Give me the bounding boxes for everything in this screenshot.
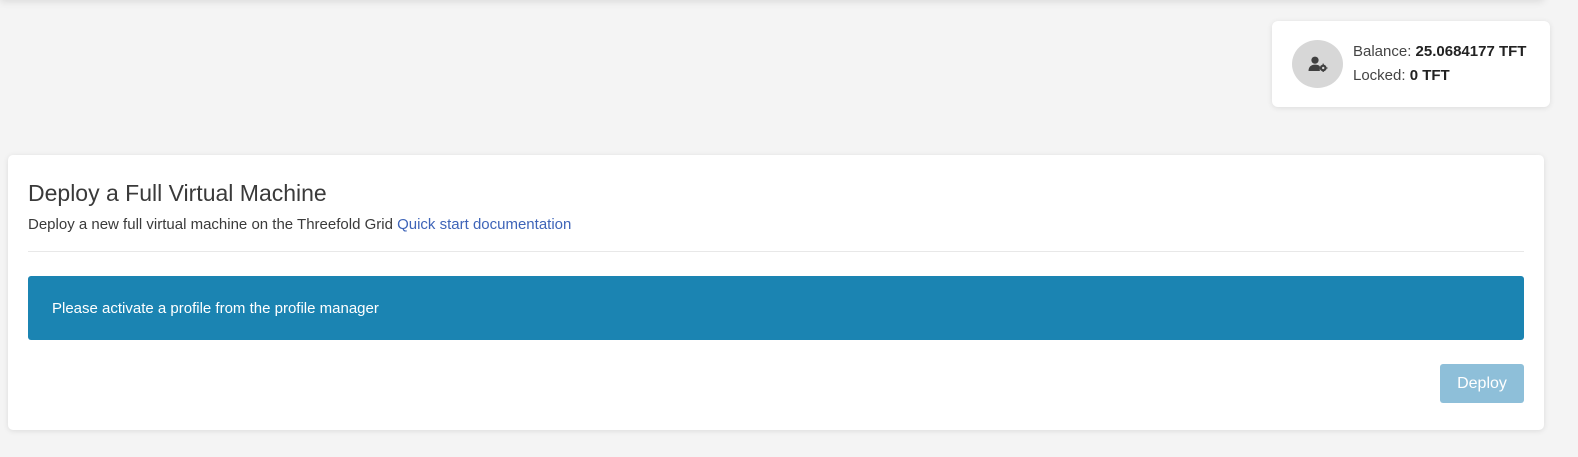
profile-balance-card[interactable]: Balance: 25.0684177 TFT Locked: 0 TFT — [1272, 21, 1550, 107]
balance-info: Balance: 25.0684177 TFT Locked: 0 TFT — [1353, 40, 1526, 88]
alert-text: Please activate a profile from the profi… — [52, 299, 379, 317]
deploy-button[interactable]: Deploy — [1440, 364, 1524, 403]
subtitle-text: Deploy a new full virtual machine on the… — [28, 216, 393, 233]
balance-row: Balance: 25.0684177 TFT — [1353, 40, 1526, 64]
activate-profile-alert: Please activate a profile from the profi… — [28, 276, 1524, 340]
locked-row: Locked: 0 TFT — [1353, 64, 1526, 88]
profile-avatar[interactable] — [1292, 40, 1343, 88]
user-gear-icon — [1308, 56, 1327, 72]
divider — [28, 251, 1524, 252]
balance-value: 25.0684177 TFT — [1415, 43, 1527, 60]
locked-value: 0 TFT — [1409, 67, 1450, 84]
card-actions: Deploy — [28, 364, 1524, 403]
page-title: Deploy a Full Virtual Machine — [28, 180, 327, 206]
locked-label: Locked: — [1353, 67, 1406, 84]
balance-label: Balance: — [1353, 43, 1412, 60]
deploy-vm-card: Deploy a Full Virtual Machine Deploy a n… — [8, 155, 1544, 430]
quick-start-documentation-link[interactable]: Quick start documentation — [397, 216, 571, 233]
page-subtitle: Deploy a new full virtual machine on the… — [28, 215, 1524, 235]
